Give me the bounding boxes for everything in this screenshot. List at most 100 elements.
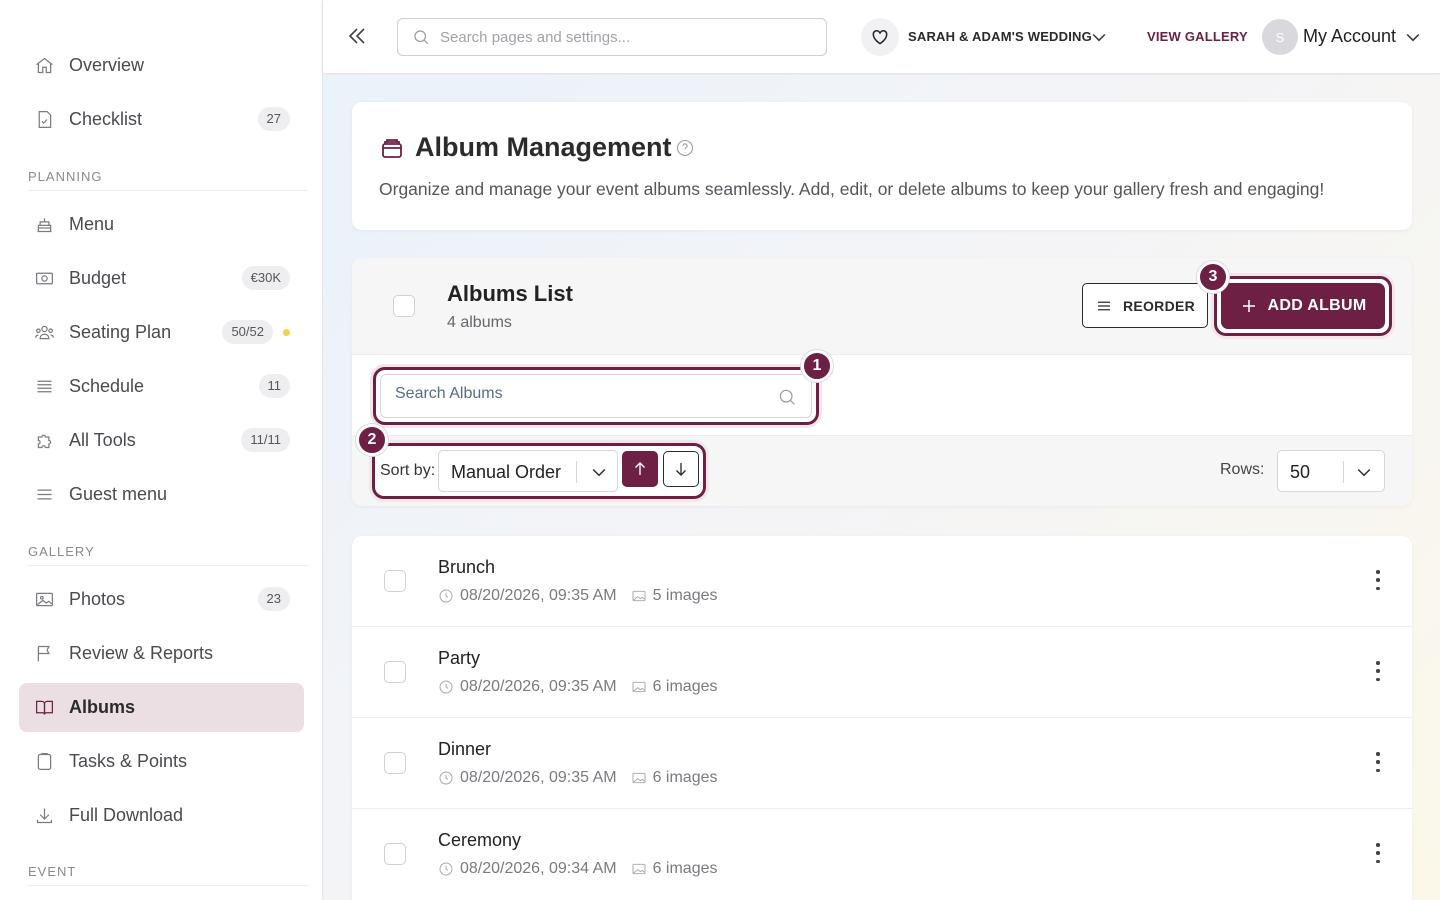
page-description: Organize and manage your event albums se… xyxy=(379,179,1325,199)
more-options-icon[interactable] xyxy=(1374,843,1382,863)
sort-select[interactable]: Manual Order xyxy=(438,450,618,492)
chevron-down-icon xyxy=(592,468,606,477)
sidebar-item-seating-plan[interactable]: Seating Plan 50/52 xyxy=(19,308,304,357)
sidebar-item-label: Overview xyxy=(69,55,145,75)
select-divider xyxy=(1343,461,1344,483)
more-options-icon[interactable] xyxy=(1374,570,1382,590)
menu-lines-icon xyxy=(33,484,55,506)
image-icon xyxy=(33,589,55,611)
album-search[interactable] xyxy=(380,374,812,418)
album-checkbox[interactable] xyxy=(384,752,406,774)
sort-select-value: Manual Order xyxy=(451,462,562,482)
sidebar-item-label: Full Download xyxy=(69,805,184,825)
album-row[interactable]: Ceremony 08/20/2026, 09:34 AM 6 images xyxy=(352,809,1412,900)
global-search-input[interactable] xyxy=(440,28,820,46)
sidebar-item-overview[interactable]: Overview xyxy=(19,41,304,90)
sidebar-item-guest-menu[interactable]: Guest menu xyxy=(19,470,304,519)
sidebar: Overview Checklist 27 PLANNING Menu Budg… xyxy=(0,0,323,900)
chevron-down-icon[interactable] xyxy=(1403,27,1423,47)
double-chevron-left-icon xyxy=(348,28,365,44)
album-list: Brunch 08/20/2026, 09:35 AM 5 images Par… xyxy=(352,536,1412,900)
reorder-button[interactable]: REORDER xyxy=(1082,283,1208,328)
album-name: Brunch xyxy=(438,557,496,577)
album-date: 08/20/2026, 09:35 AM xyxy=(460,769,617,786)
albums-panel-title: Albums List xyxy=(447,281,573,306)
sort-highlight: Sort by: Manual Order xyxy=(372,443,706,499)
sort-descending-button[interactable] xyxy=(663,451,699,487)
album-row[interactable]: Brunch 08/20/2026, 09:35 AM 5 images xyxy=(352,536,1412,627)
album-image-count: 6 images xyxy=(652,678,718,695)
album-checkbox[interactable] xyxy=(384,570,406,592)
album-date: 08/20/2026, 09:35 AM xyxy=(460,587,617,604)
sidebar-item-label: Photos xyxy=(69,589,126,609)
download-icon xyxy=(33,805,55,827)
count-badge: 27 xyxy=(257,107,290,131)
sidebar-item-photos[interactable]: Photos 23 xyxy=(19,575,304,624)
album-search-row: 1 xyxy=(352,350,1412,436)
album-row[interactable]: Party 08/20/2026, 09:35 AM 6 images xyxy=(352,627,1412,718)
count-badge: 23 xyxy=(257,587,290,611)
help-icon[interactable] xyxy=(675,138,695,158)
search-icon xyxy=(779,389,795,405)
collapse-sidebar-button[interactable] xyxy=(345,24,369,48)
sidebar-item-tasks-points[interactable]: Tasks & Points xyxy=(19,737,304,786)
clipboard-icon xyxy=(33,751,55,773)
money-icon xyxy=(33,268,55,290)
sidebar-item-label: Checklist xyxy=(69,109,143,129)
add-album-button[interactable]: ADD ALBUM xyxy=(1221,283,1385,329)
sidebar-item-menu[interactable]: Menu xyxy=(19,200,304,249)
people-icon xyxy=(33,322,55,344)
sort-ascending-button[interactable] xyxy=(622,451,658,487)
sidebar-item-budget[interactable]: Budget €30K xyxy=(19,254,304,303)
album-checkbox[interactable] xyxy=(384,843,406,865)
clock-icon xyxy=(439,771,453,785)
image-icon xyxy=(632,590,646,602)
album-image-count: 6 images xyxy=(652,860,718,877)
album-meta: 08/20/2026, 09:35 AM 5 images xyxy=(438,587,718,605)
sort-label: Sort by: xyxy=(380,462,436,479)
account-menu[interactable]: My Account xyxy=(1303,26,1396,47)
page-header-card: Album Management Organize and manage you… xyxy=(352,102,1412,230)
sidebar-item-label: Seating Plan xyxy=(69,322,172,342)
global-search[interactable] xyxy=(397,18,827,56)
puzzle-icon xyxy=(33,430,55,452)
add-album-label: ADD ALBUM xyxy=(1267,297,1367,314)
avatar[interactable]: S xyxy=(1262,19,1298,55)
flag-icon xyxy=(33,643,55,665)
rows-select-value: 50 xyxy=(1290,462,1311,482)
clock-icon xyxy=(439,862,453,876)
select-all-checkbox[interactable] xyxy=(393,295,415,317)
clock-icon xyxy=(439,680,453,694)
schedule-icon xyxy=(33,376,55,398)
sidebar-item-albums[interactable]: Albums xyxy=(19,683,304,732)
more-options-icon[interactable] xyxy=(1374,661,1382,681)
sidebar-item-all-tools[interactable]: All Tools 11/11 xyxy=(19,416,304,465)
album-name: Party xyxy=(438,648,481,668)
view-gallery-link[interactable]: VIEW GALLERY xyxy=(1147,29,1248,44)
sidebar-item-schedule[interactable]: Schedule 11 xyxy=(19,362,304,411)
sidebar-item-checklist[interactable]: Checklist 27 xyxy=(19,95,304,144)
sidebar-item-label: Guest menu xyxy=(69,484,168,504)
albums-count: 4 albums xyxy=(447,314,512,331)
sidebar-item-label: All Tools xyxy=(69,430,136,450)
album-search-input[interactable] xyxy=(395,385,755,403)
select-divider xyxy=(576,461,577,483)
event-selector[interactable]: SARAH & ADAM'S WEDDING xyxy=(908,29,1092,44)
album-name: Ceremony xyxy=(438,830,522,850)
sidebar-item-full-download[interactable]: Full Download xyxy=(19,791,304,840)
album-checkbox[interactable] xyxy=(384,661,406,683)
chevron-down-icon[interactable] xyxy=(1089,27,1109,47)
more-options-icon[interactable] xyxy=(1374,752,1382,772)
add-album-highlight: ADD ALBUM xyxy=(1214,276,1392,336)
plus-icon xyxy=(1242,300,1255,312)
sidebar-item-label: Tasks & Points xyxy=(69,751,188,771)
sidebar-item-label: Budget xyxy=(69,268,127,288)
album-date: 08/20/2026, 09:34 AM xyxy=(460,860,617,877)
rows-select[interactable]: 50 xyxy=(1277,450,1385,492)
album-row[interactable]: Dinner 08/20/2026, 09:35 AM 6 images xyxy=(352,718,1412,809)
sidebar-item-label: Review & Reports xyxy=(69,643,214,663)
sidebar-item-review-reports[interactable]: Review & Reports xyxy=(19,629,304,678)
count-badge: 50/52 xyxy=(222,320,273,344)
home-icon xyxy=(33,55,55,77)
section-label-planning: PLANNING xyxy=(28,169,308,191)
